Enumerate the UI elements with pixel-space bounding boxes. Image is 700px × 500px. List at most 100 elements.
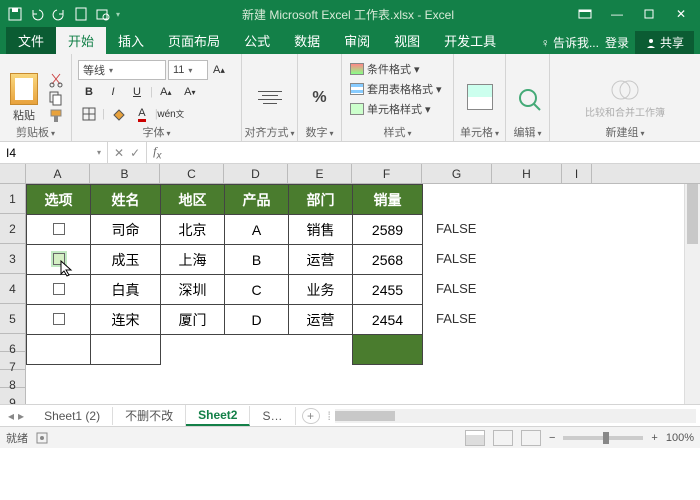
sheet-tab-1[interactable]: Sheet1 (2)	[32, 407, 113, 425]
cell[interactable]	[27, 215, 91, 245]
row-header-3[interactable]: 3	[0, 244, 26, 274]
cell[interactable]: D	[225, 305, 289, 335]
align-button[interactable]	[250, 82, 290, 114]
table-header[interactable]: 地区	[161, 185, 225, 215]
row-header-8[interactable]: 8	[0, 370, 26, 388]
cell[interactable]: 上海	[161, 245, 225, 275]
font-name-dropdown[interactable]: 等线	[78, 60, 166, 80]
zoom-slider[interactable]	[563, 436, 643, 440]
table-header[interactable]: 销量	[353, 185, 423, 215]
cell[interactable]: A	[225, 215, 289, 245]
col-header-H[interactable]: H	[492, 164, 562, 183]
table-format-button[interactable]: 套用表格格式 ▾	[348, 80, 444, 98]
tab-view[interactable]: 视图	[382, 27, 432, 54]
sheet-tab-3[interactable]: Sheet2	[186, 406, 250, 426]
checkbox-icon[interactable]	[53, 223, 65, 235]
maximize-icon[interactable]	[634, 4, 664, 24]
col-header-C[interactable]: C	[160, 164, 224, 183]
italic-button[interactable]: I	[102, 82, 124, 102]
fill-color-button[interactable]	[107, 104, 129, 124]
enter-fx-icon[interactable]: ✓	[130, 146, 140, 160]
fx-icon[interactable]: fx	[147, 144, 167, 161]
save-icon[interactable]	[6, 5, 24, 23]
col-header-I[interactable]: I	[562, 164, 592, 183]
share-button[interactable]: 共享	[635, 31, 694, 54]
cell[interactable]: 2568	[353, 245, 423, 275]
font-size-dropdown[interactable]: 11	[168, 60, 208, 80]
cell[interactable]: 厦门	[161, 305, 225, 335]
cell-style-button[interactable]: 单元格样式 ▾	[348, 100, 433, 118]
checkbox-icon[interactable]	[53, 313, 65, 325]
table-header[interactable]: 选项	[27, 185, 91, 215]
cell-value[interactable]: FALSE	[436, 281, 476, 296]
row-header-7[interactable]: 7	[0, 352, 26, 370]
close-icon[interactable]: ✕	[666, 4, 696, 24]
table-header[interactable]: 姓名	[91, 185, 161, 215]
cut-icon[interactable]	[48, 72, 64, 88]
col-header-E[interactable]: E	[288, 164, 352, 183]
add-sheet-button[interactable]: +	[302, 408, 320, 424]
tab-developer[interactable]: 开发工具	[432, 27, 508, 54]
worksheet-grid[interactable]: ABCDEFGHI 123456789 选项姓名地区产品部门销量司命北京A销售2…	[0, 164, 700, 404]
cell[interactable]: 白真	[91, 275, 161, 305]
tab-home[interactable]: 开始	[56, 27, 106, 54]
copy-icon[interactable]	[48, 90, 64, 106]
cell[interactable]: 北京	[161, 215, 225, 245]
cell[interactable]	[27, 305, 91, 335]
col-header-B[interactable]: B	[90, 164, 160, 183]
col-header-F[interactable]: F	[352, 164, 422, 183]
paste-button[interactable]: 粘贴	[6, 71, 42, 125]
ribbon-toggle-icon[interactable]	[570, 4, 600, 24]
sheet-tab-2[interactable]: 不删不改	[113, 405, 186, 426]
macro-record-icon[interactable]	[36, 432, 48, 444]
tab-data[interactable]: 数据	[282, 27, 332, 54]
cell-value[interactable]: FALSE	[436, 221, 476, 236]
print-preview-icon[interactable]	[94, 5, 112, 23]
cancel-fx-icon[interactable]: ✕	[114, 146, 124, 160]
signin[interactable]: 登录	[605, 34, 629, 51]
tab-review[interactable]: 审阅	[332, 27, 382, 54]
row-header-9[interactable]: 9	[0, 388, 26, 404]
conditional-format-button[interactable]: 条件格式 ▾	[348, 60, 422, 78]
view-page-break-icon[interactable]	[521, 430, 541, 446]
col-header-G[interactable]: G	[422, 164, 492, 183]
table-header[interactable]: 产品	[225, 185, 289, 215]
cell[interactable]: 深圳	[161, 275, 225, 305]
row-header-4[interactable]: 4	[0, 274, 26, 304]
tab-layout[interactable]: 页面布局	[156, 27, 232, 54]
cell[interactable]: 成玉	[91, 245, 161, 275]
view-normal-icon[interactable]	[465, 430, 485, 446]
cells-button[interactable]	[461, 84, 499, 112]
total-value-cell[interactable]	[353, 335, 423, 365]
row-header-6[interactable]: 6	[0, 334, 26, 352]
row-header-5[interactable]: 5	[0, 304, 26, 334]
select-all-corner[interactable]	[0, 164, 26, 183]
tab-file[interactable]: 文件	[6, 27, 56, 54]
col-header-A[interactable]: A	[26, 164, 90, 183]
cell[interactable]: 运营	[289, 245, 353, 275]
minimize-icon[interactable]: —	[602, 4, 632, 24]
cell-value[interactable]: FALSE	[436, 251, 476, 266]
cell[interactable]: 连宋	[91, 305, 161, 335]
phonetic-button[interactable]: wén文	[160, 104, 182, 124]
number-button[interactable]: %	[308, 87, 330, 109]
sheet-tab-4[interactable]: S…	[250, 407, 295, 425]
view-page-layout-icon[interactable]	[493, 430, 513, 446]
cell[interactable]: 2589	[353, 215, 423, 245]
sheet-nav[interactable]: ◂▸	[0, 409, 32, 423]
new-icon[interactable]	[72, 5, 90, 23]
edit-button[interactable]	[509, 85, 547, 111]
name-box[interactable]: I4	[0, 142, 108, 163]
tab-formula[interactable]: 公式	[232, 27, 282, 54]
format-painter-icon[interactable]	[48, 108, 64, 124]
zoom-in-button[interactable]: +	[651, 432, 657, 444]
cell[interactable]: 2454	[353, 305, 423, 335]
decrease-font-icon[interactable]: A▾	[179, 82, 201, 102]
cell[interactable]	[27, 245, 91, 275]
zoom-level[interactable]: 100%	[666, 432, 694, 444]
cell[interactable]: 运营	[289, 305, 353, 335]
increase-font-icon[interactable]: A▴	[210, 60, 228, 80]
cell[interactable]: 销售	[289, 215, 353, 245]
bold-button[interactable]: B	[78, 82, 100, 102]
cell[interactable]: 业务	[289, 275, 353, 305]
